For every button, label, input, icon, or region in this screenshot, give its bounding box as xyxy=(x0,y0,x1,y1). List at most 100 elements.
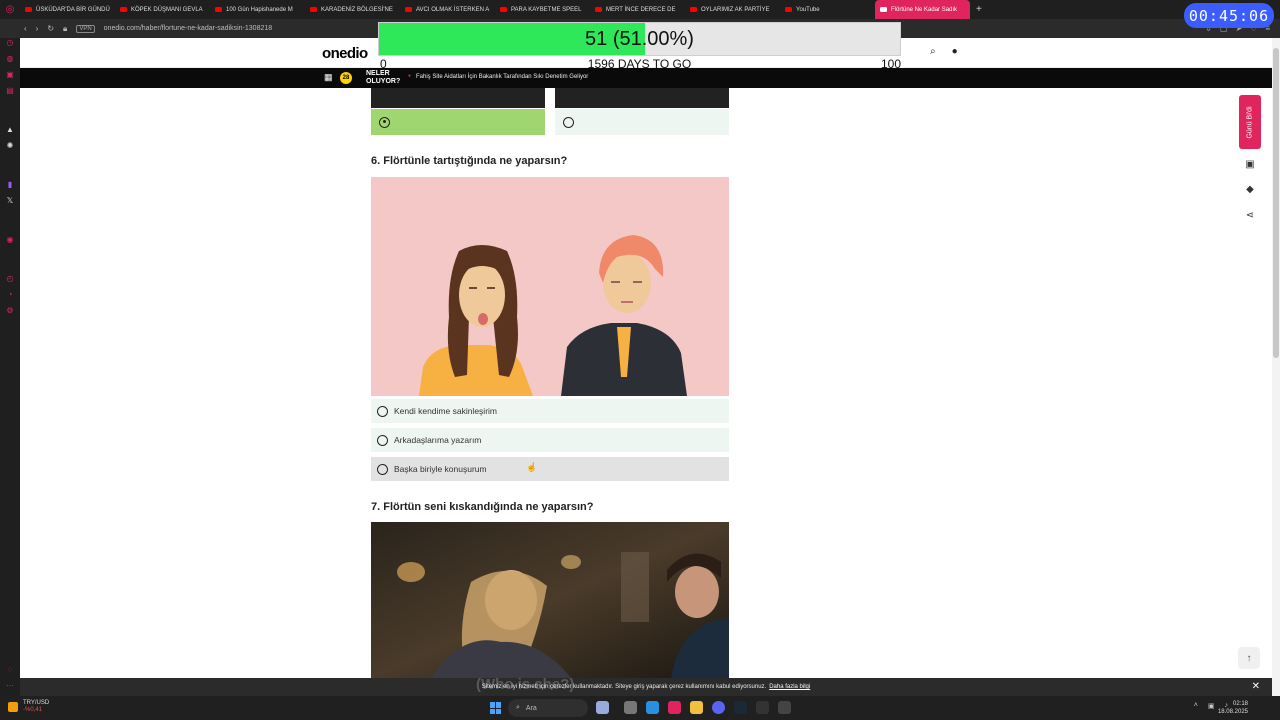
q6-option-2[interactable]: Arkadaşlarıma yazarım xyxy=(371,428,729,452)
radio-icon xyxy=(377,463,388,475)
news-title[interactable]: NELER OLUYOR? xyxy=(366,70,408,86)
forward-icon[interactable]: › xyxy=(36,24,39,33)
taskview-icon[interactable] xyxy=(624,701,637,714)
settings-icon[interactable]: ⚙ xyxy=(5,306,15,316)
news-badge: 28 xyxy=(340,72,352,84)
onedio-tab-icon xyxy=(880,7,887,12)
edge-icon[interactable] xyxy=(646,701,659,714)
comments-icon[interactable]: ◆ xyxy=(1243,184,1257,196)
opera-icon[interactable] xyxy=(668,701,681,714)
radio-checked-icon xyxy=(379,116,390,128)
previous-answer-image xyxy=(555,88,729,108)
notes-icon[interactable]: ▤ xyxy=(5,86,15,96)
network-icon[interactable]: ▣ xyxy=(1208,702,1215,710)
bookmarks-icon[interactable]: ◔ xyxy=(5,290,15,300)
browser-tab[interactable]: OYLARIMIZ AK PARTİYE xyxy=(685,0,780,19)
recording-app-icon[interactable] xyxy=(778,701,791,714)
youtube-icon xyxy=(405,7,412,12)
option-label: Kendi kendime sakinleşirim xyxy=(394,406,497,416)
question-7-title: 7. Flörtün seni kıskandığında ne yaparsı… xyxy=(371,501,594,513)
player-icon[interactable]: ◉ xyxy=(5,235,15,245)
vpn-badge[interactable]: VPN xyxy=(76,24,95,33)
scroll-to-top-button[interactable]: ↑ xyxy=(1238,647,1260,669)
browser-logo-icon[interactable]: ◎ xyxy=(0,0,20,19)
back-icon[interactable]: ‹ xyxy=(24,24,27,33)
browser-tab[interactable]: KARADENİZ BÖLGESİ'NE xyxy=(305,0,400,19)
widgets-icon[interactable] xyxy=(596,701,609,714)
messenger-icon[interactable]: ◍ xyxy=(5,54,15,64)
cookie-more-link[interactable]: Daha fazla bilgi xyxy=(769,684,810,690)
goal-progress-text: 51 (51.00%) xyxy=(585,27,694,50)
user-icon[interactable]: ● xyxy=(952,46,958,57)
lock-icon: 🔒︎ xyxy=(63,23,68,33)
history-icon[interactable]: ◷ xyxy=(5,38,15,48)
start-icon[interactable] xyxy=(490,702,502,714)
close-icon[interactable]: ✕ xyxy=(1252,681,1260,692)
browser-sidebar: ◷ ◍ ▣ ▤ ▲ ✺ ▮ 𝕏 ◉ ◴ ◔ ⚙ ◌ ⋯ xyxy=(0,38,20,696)
browser-tab[interactable]: KÖPEK DÜŞMANI GEVLA xyxy=(115,0,210,19)
live-feed-tab[interactable]: Günü Bi'di xyxy=(1239,95,1261,149)
instagram-icon[interactable]: ▣ xyxy=(5,70,15,80)
onedio-logo[interactable]: onedio xyxy=(322,45,368,62)
reload-icon[interactable]: ↻ xyxy=(47,24,54,33)
taskbar: TRY/USD -%0,41 ⌕ Ara ˄ ▣ ♪ 02:18 18.08.2… xyxy=(0,696,1280,720)
discord-icon[interactable] xyxy=(712,701,725,714)
clock-icon[interactable]: ◴ xyxy=(5,274,15,284)
q6-option-3[interactable]: Başka biriyle konuşurum xyxy=(371,457,729,481)
sidebar-help-icon[interactable]: ◌ xyxy=(5,665,15,675)
browser-tab[interactable]: AVCI OLMAK İSTERKEN A xyxy=(400,0,495,19)
aria-icon[interactable]: ▲ xyxy=(5,125,15,135)
taskbar-search[interactable]: ⌕ Ara xyxy=(508,699,588,717)
cookie-banner: Sitemiz en iyi hizmeti için çerezler kul… xyxy=(20,678,1272,696)
clock-time: 02:18 xyxy=(1232,701,1248,707)
ticker-icon xyxy=(8,702,18,712)
previous-answer-image xyxy=(371,88,545,108)
youtube-icon xyxy=(120,7,127,12)
apps-grid-icon[interactable]: ▦ xyxy=(324,72,333,83)
option-label: Arkadaşlarıma yazarım xyxy=(394,435,482,445)
goal-progress-bar: 51 (51.00%) xyxy=(378,22,901,56)
browser-tab-bar: ◎ ÜSKÜDAR'DA BİR GÜNDÜ KÖPEK DÜŞMANI GEV… xyxy=(0,0,1280,19)
page-scrollbar-thumb[interactable] xyxy=(1273,48,1279,358)
youtube-icon xyxy=(215,7,222,12)
q6-option-1[interactable]: Kendi kendime sakinleşirim xyxy=(371,399,729,423)
clock-date: 18.08.2025 xyxy=(1217,709,1248,715)
explorer-icon[interactable] xyxy=(690,701,703,714)
stream-timer: 00:45:06 xyxy=(1184,3,1274,28)
radio-icon xyxy=(563,116,574,128)
youtube-icon xyxy=(25,7,32,12)
chevron-up-icon[interactable]: ˄ xyxy=(1194,702,1198,710)
browser-tab-active[interactable]: Flörtüne Ne Kadar Sadık xyxy=(875,0,970,19)
chatgpt-icon[interactable]: ✺ xyxy=(5,141,15,151)
bullet-icon: ● xyxy=(408,73,412,79)
sidebar-more-icon[interactable]: ⋯ xyxy=(5,681,15,691)
twitch-icon[interactable]: ▮ xyxy=(5,180,15,190)
news-headline[interactable]: Fahiş Site Aidatları İçin Bakanlık Taraf… xyxy=(416,74,588,80)
youtube-icon xyxy=(690,7,697,12)
previous-answer-selected[interactable] xyxy=(371,109,545,135)
new-tab-icon[interactable]: + xyxy=(970,4,988,15)
url-field[interactable]: onedio.com/haber/flortune-ne-kadar-sadik… xyxy=(104,25,273,32)
browser-tab[interactable]: PARA KAYBETME SPEEL xyxy=(495,0,590,19)
search-icon: ⌕ xyxy=(516,704,520,711)
ticker-label: TRY/USD xyxy=(23,700,50,706)
browser-tab[interactable]: YouTube xyxy=(780,0,875,19)
search-icon[interactable]: ⌕ xyxy=(930,46,936,57)
share-icon[interactable]: ⋖ xyxy=(1243,210,1257,222)
steam-icon[interactable] xyxy=(734,701,747,714)
video-subtitle: (Who is she?) xyxy=(476,676,575,693)
previous-answer-option[interactable] xyxy=(555,109,729,135)
browser-tab[interactable]: MERT İNCE DERECE DE xyxy=(590,0,685,19)
youtube-icon xyxy=(595,7,602,12)
browser-tab[interactable]: 100 Gün Hapishanede M xyxy=(210,0,305,19)
browser-tab[interactable]: ÜSKÜDAR'DA BİR GÜNDÜ xyxy=(20,0,115,19)
ticker-widget[interactable]: TRY/USD -%0,41 xyxy=(8,700,49,714)
hand-cursor-icon: ☝ xyxy=(526,462,538,472)
question-6-illustration xyxy=(371,177,729,396)
youtube-icon xyxy=(310,7,317,12)
x-icon[interactable]: 𝕏 xyxy=(5,196,15,206)
question-6-title: 6. Flörtünle tartıştığında ne yaparsın? xyxy=(371,155,568,167)
app-icon[interactable] xyxy=(756,701,769,714)
taskbar-clock[interactable]: 02:18 18.08.2025 xyxy=(1218,700,1248,716)
bookmark-icon[interactable]: ▣ xyxy=(1243,159,1257,171)
